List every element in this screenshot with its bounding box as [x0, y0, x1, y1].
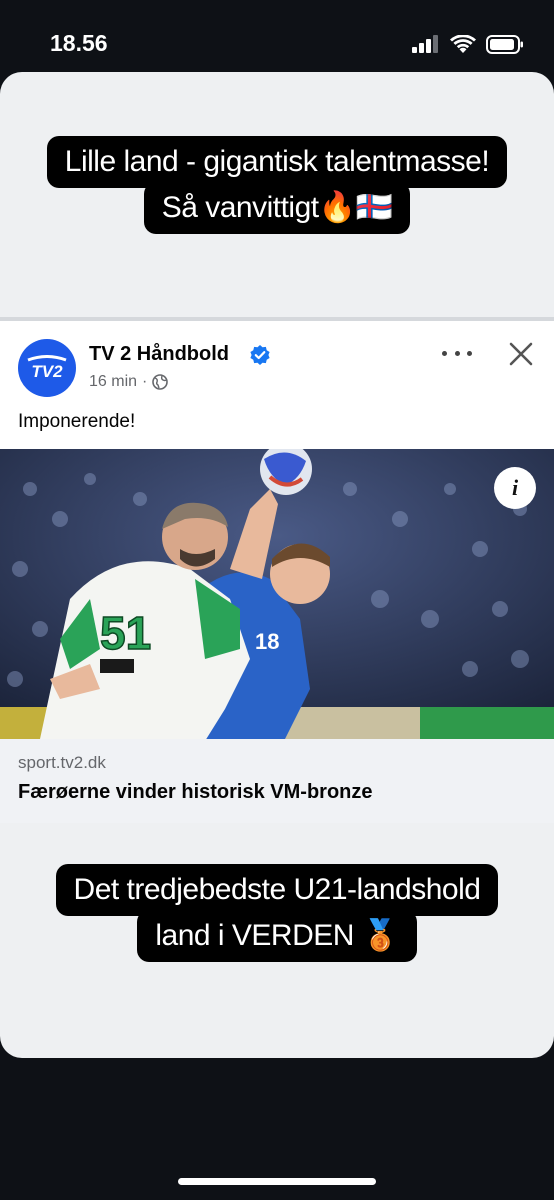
verified-badge-icon: [250, 345, 270, 365]
cellular-signal-icon: [412, 35, 438, 53]
link-preview[interactable]: sport.tv2.dk Færøerne vinder historisk V…: [0, 739, 554, 823]
dot-icon: [467, 350, 472, 356]
status-bar: 18.56: [0, 0, 554, 72]
caption-top: Lille land - gigantisk talentmasse! Så v…: [0, 136, 554, 234]
caption-top-line2: Så vanvittigt🔥🇫🇴: [143, 182, 411, 234]
status-time: 18.56: [50, 30, 108, 56]
close-icon[interactable]: [508, 341, 534, 367]
story-card[interactable]: Lille land - gigantisk talentmasse! Så v…: [0, 72, 554, 1058]
post-meta: 16 min ·: [89, 373, 169, 391]
tv2-logo-icon: TV2: [27, 355, 67, 381]
wifi-icon: [450, 34, 476, 53]
dot-icon: [442, 350, 447, 356]
caption-bottom: Det tredjebedste U21-landshold land i VE…: [0, 864, 554, 962]
status-icons: [412, 33, 524, 55]
post-photo[interactable]: 18 51 i: [0, 449, 554, 739]
more-options-button[interactable]: [442, 343, 472, 363]
svg-text:18: 18: [255, 629, 279, 654]
battery-icon: [486, 34, 523, 54]
svg-text:51: 51: [100, 607, 151, 659]
page-name[interactable]: TV 2 Håndbold: [89, 343, 229, 366]
link-title[interactable]: Færøerne vinder historisk VM-bronze: [18, 781, 373, 804]
caption-top-line1: Lille land - gigantisk talentmasse!: [46, 136, 508, 188]
caption-bottom-line1: Det tredjebedste U21-landshold: [55, 864, 499, 916]
meta-separator: ·: [142, 373, 148, 390]
info-button[interactable]: i: [494, 467, 536, 509]
link-domain: sport.tv2.dk: [18, 753, 106, 772]
post-text: Imponerende!: [18, 411, 136, 432]
svg-text:TV2: TV2: [31, 362, 63, 381]
post-time: 16 min: [89, 373, 138, 390]
caption-bottom-line2: land i VERDEN 🥉: [137, 910, 417, 962]
page-avatar[interactable]: TV2: [18, 339, 76, 397]
globe-icon: [152, 374, 169, 390]
home-indicator[interactable]: [178, 1178, 376, 1185]
shared-post[interactable]: TV2 TV 2 Håndbold 16 min · Imponerende!: [0, 317, 554, 823]
handball-photo: 18 51: [0, 449, 554, 739]
dot-icon: [454, 350, 460, 356]
